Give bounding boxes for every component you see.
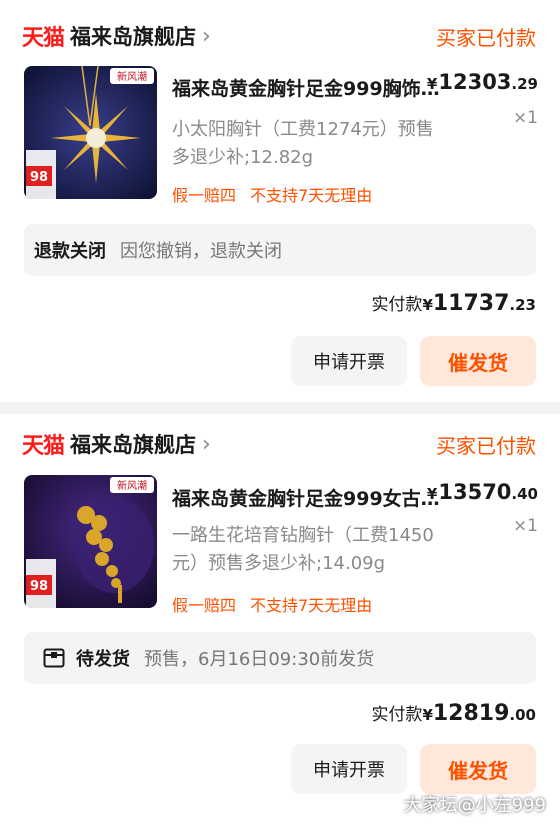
notice-text: 预售，6月16日09:30前发货	[144, 649, 375, 670]
notice-label: 退款关闭	[34, 241, 106, 262]
shop-header[interactable]: 天猫 福来岛旗舰店 ›	[22, 18, 211, 54]
shop-name[interactable]: 福来岛旗舰店	[70, 429, 196, 459]
order-card: 天猫 福来岛旗舰店 › 买家已付款	[0, 414, 560, 831]
product-title[interactable]: 福来岛黄金胸针足金999女古法胸花	[172, 484, 442, 511]
chevron-right-icon[interactable]: ›	[202, 432, 211, 457]
product-thumbnail[interactable]: 新风潮 98	[24, 66, 157, 199]
shop-header[interactable]: 天猫 福来岛旗舰店 ›	[22, 426, 211, 462]
paid-decimal: .23	[509, 296, 536, 314]
product-price: ¥12303.29	[427, 70, 538, 94]
paid-integer: 11737	[432, 291, 510, 316]
product-quantity: ×1	[512, 108, 538, 128]
paid-decimal: .00	[509, 706, 536, 724]
refund-notice[interactable]: 退款关闭 因您撤销，退款关闭	[24, 224, 536, 276]
order-status: 买家已付款	[436, 434, 536, 458]
product-quantity: ×1	[512, 516, 538, 536]
thumb-badge: 新风潮	[117, 479, 147, 492]
tmall-logo: 天猫	[22, 434, 65, 459]
service-tags: 假一赔四 不支持7天无理由	[172, 592, 372, 616]
price-currency: ¥	[426, 485, 438, 503]
paid-currency: ¥	[422, 706, 433, 724]
product-title[interactable]: 福来岛黄金胸针足金999胸饰女秋冬	[172, 74, 442, 101]
paid-label: 实付款	[371, 705, 423, 725]
service-tag: 假一赔四	[172, 186, 237, 205]
urge-shipment-button[interactable]: 催发货	[420, 744, 536, 794]
price-integer: 12303	[438, 70, 512, 94]
watermark: 大家坛@小左999	[403, 795, 546, 816]
thumb-count: 98	[30, 170, 48, 185]
price-integer: 13570	[438, 480, 512, 504]
product-spec: 小太阳胸针（工费1274元）预售多退少补;12.82g	[172, 119, 434, 168]
price-decimal: .40	[511, 485, 538, 503]
service-tags: 假一赔四 不支持7天无理由	[172, 182, 372, 206]
service-tag: 不支持7天无理由	[250, 596, 373, 615]
service-tag: 不支持7天无理由	[250, 186, 373, 205]
thumb-badge: 新风潮	[117, 70, 147, 83]
price-currency: ¥	[426, 75, 438, 93]
tmall-logo: 天猫	[22, 26, 65, 51]
paid-amount: 实付款¥11737.23	[371, 290, 536, 316]
paid-integer: 12819	[432, 701, 510, 726]
paid-amount: 实付款¥12819.00	[371, 700, 536, 726]
urge-shipment-button[interactable]: 催发货	[420, 336, 536, 386]
apply-invoice-button[interactable]: 申请开票	[291, 336, 407, 386]
product-thumbnail[interactable]: 新风潮 98	[24, 475, 157, 608]
notice-text: 因您撤销，退款关闭	[120, 241, 282, 262]
chevron-right-icon[interactable]: ›	[202, 24, 211, 49]
apply-invoice-button[interactable]: 申请开票	[291, 744, 407, 794]
service-tag: 假一赔四	[172, 596, 237, 615]
order-card: 天猫 福来岛旗舰店 › 买家已付款	[0, 0, 560, 402]
paid-currency: ¥	[422, 296, 433, 314]
price-decimal: .29	[511, 75, 538, 93]
shop-name[interactable]: 福来岛旗舰店	[70, 21, 196, 51]
paid-label: 实付款	[371, 295, 423, 315]
notice-label: 待发货	[76, 649, 130, 670]
thumb-count: 98	[30, 579, 48, 594]
truck-icon	[42, 646, 66, 670]
shipping-notice[interactable]: 待发货 预售，6月16日09:30前发货	[24, 632, 536, 684]
product-price: ¥13570.40	[427, 480, 538, 504]
order-status: 买家已付款	[436, 26, 536, 50]
product-spec: 一路生花培育钻胸针（工费1450元）预售多退少补;14.09g	[172, 525, 434, 574]
